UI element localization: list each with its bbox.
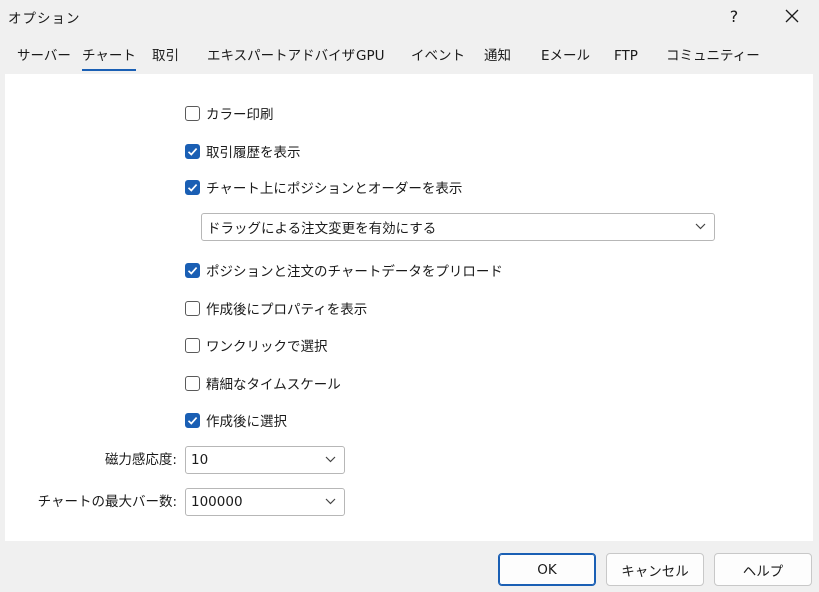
select-after-create-label: 作成後に選択 <box>206 414 287 430</box>
checkmark-icon <box>187 266 198 275</box>
trade-history-checkbox[interactable] <box>185 143 200 159</box>
title-bar: オプション ? <box>0 0 819 32</box>
chevron-down-icon <box>325 456 336 463</box>
max-bars-select[interactable]: 100000 <box>185 488 345 516</box>
drag-mode-select[interactable]: ドラッグによる注文変更を有効にする <box>201 213 715 241</box>
select-after-create-option[interactable]: 作成後に選択 <box>185 410 287 430</box>
trade-history-option[interactable]: 取引履歴を表示 <box>185 141 301 161</box>
tab-ftp[interactable]: FTP <box>614 44 638 72</box>
max-bars-value: 100000 <box>191 494 243 510</box>
tab-bar: サーバー チャート 取引 エキスパートアドバイザ GPU イベント 通知 Eメー… <box>0 44 819 74</box>
select-after-create-checkbox[interactable] <box>185 412 200 428</box>
drag-mode-value: ドラッグによる注文変更を有効にする <box>207 221 437 237</box>
tab-community[interactable]: コミュニティー <box>666 44 760 72</box>
color-print-label: カラー印刷 <box>206 107 274 123</box>
help-button[interactable]: ? <box>718 0 750 32</box>
checkmark-icon <box>187 147 198 156</box>
tab-email[interactable]: Eメール <box>541 44 590 72</box>
tab-gpu[interactable]: GPU <box>356 44 384 72</box>
tab-chart[interactable]: チャート <box>82 44 136 72</box>
trade-history-label: 取引履歴を表示 <box>206 145 301 161</box>
help-dialog-button[interactable]: ヘルプ <box>714 553 812 586</box>
preload-chart-data-checkbox[interactable] <box>185 262 200 278</box>
chevron-down-icon <box>695 223 706 230</box>
checkmark-icon <box>187 416 198 425</box>
show-positions-orders-option[interactable]: チャート上にポジションとオーダーを表示 <box>185 177 462 197</box>
precise-time-scale-label: 精細なタイムスケール <box>206 377 341 393</box>
max-bars-label: チャートの最大バー数: <box>37 494 177 510</box>
magnet-sensitivity-label: 磁力感応度: <box>104 452 177 468</box>
ok-button[interactable]: OK <box>498 553 596 586</box>
tab-trade[interactable]: 取引 <box>152 44 179 72</box>
checkmark-icon <box>187 183 198 192</box>
precise-time-scale-option[interactable]: 精細なタイムスケール <box>185 373 341 393</box>
chevron-down-icon <box>325 498 336 505</box>
magnet-sensitivity-value: 10 <box>191 452 209 468</box>
preload-chart-data-label: ポジションと注文のチャートデータをプリロード <box>206 264 503 280</box>
tab-notifications[interactable]: 通知 <box>484 44 511 72</box>
magnet-sensitivity-select[interactable]: 10 <box>185 446 345 474</box>
show-positions-orders-label: チャート上にポジションとオーダーを表示 <box>206 181 463 197</box>
show-properties-option[interactable]: 作成後にプロパティを表示 <box>185 298 367 318</box>
color-print-checkbox[interactable] <box>185 105 200 121</box>
one-click-select-label: ワンクリックで選択 <box>206 339 328 355</box>
preload-chart-data-option[interactable]: ポジションと注文のチャートデータをプリロード <box>185 260 503 280</box>
tab-server[interactable]: サーバー <box>17 44 71 72</box>
show-positions-orders-checkbox[interactable] <box>185 179 200 195</box>
color-print-option[interactable]: カラー印刷 <box>185 103 274 123</box>
precise-time-scale-checkbox[interactable] <box>185 375 200 391</box>
close-icon <box>785 9 799 23</box>
cancel-button[interactable]: キャンセル <box>606 553 704 586</box>
show-properties-checkbox[interactable] <box>185 300 200 316</box>
one-click-select-checkbox[interactable] <box>185 337 200 353</box>
tab-expert-advisors[interactable]: エキスパートアドバイザ <box>207 44 355 72</box>
tab-events[interactable]: イベント <box>411 44 465 72</box>
close-button[interactable] <box>770 0 814 32</box>
window-title: オプション <box>8 11 81 27</box>
one-click-select-option[interactable]: ワンクリックで選択 <box>185 335 328 355</box>
show-properties-label: 作成後にプロパティを表示 <box>206 302 368 318</box>
